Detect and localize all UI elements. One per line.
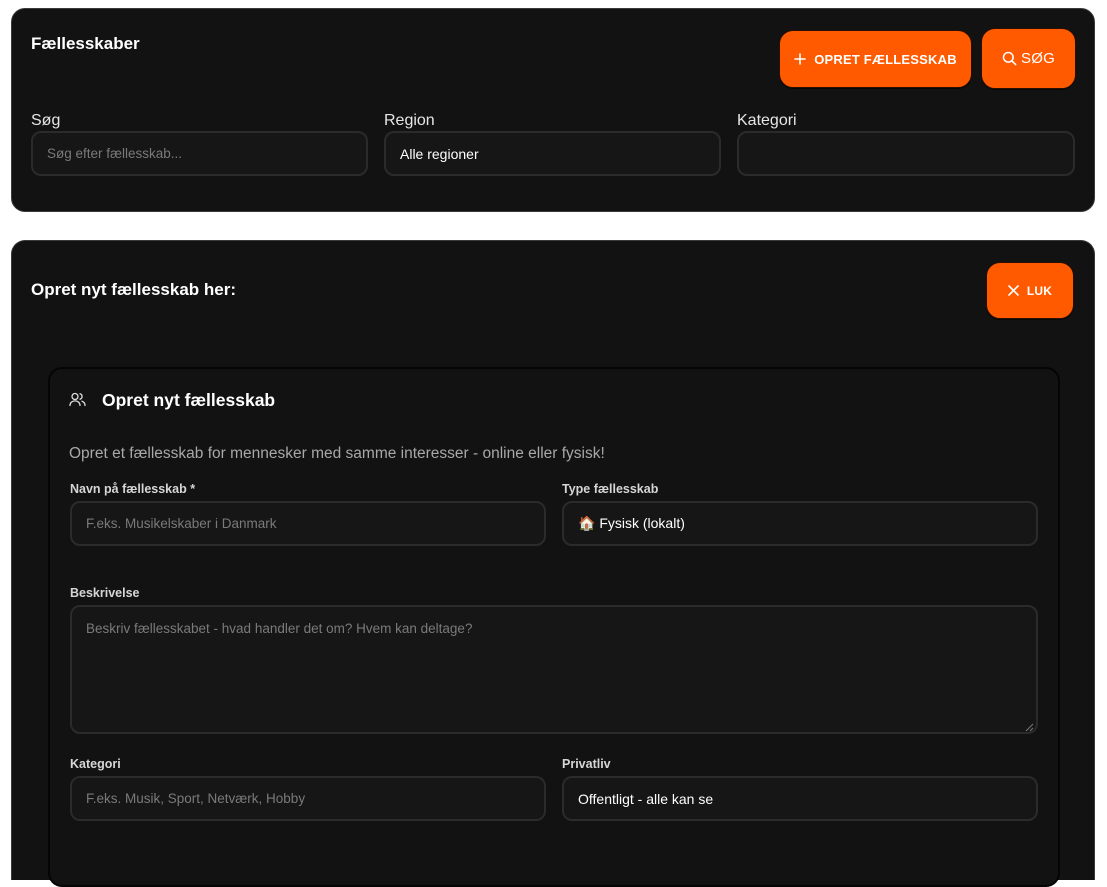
page-title: Fællesskaber: [31, 34, 140, 53]
close-button[interactable]: LUK: [986, 262, 1074, 319]
search-button-label: SØG: [1021, 50, 1055, 67]
name-input[interactable]: F.eks. Musikelskaber i Danmark: [70, 501, 546, 546]
category-filter-select[interactable]: [737, 131, 1075, 176]
create-panel-title: Opret nyt fællesskab her:: [31, 280, 237, 299]
type-label: Type fællesskab: [562, 482, 659, 496]
create-community-button[interactable]: OPRET FÆLLESSKAB: [779, 30, 972, 88]
details-label: Beskrivelse: [70, 586, 140, 600]
search-input[interactable]: Søg efter fællesskab...: [31, 131, 368, 176]
close-icon: [1008, 285, 1019, 296]
form-heading: Opret nyt fællesskab: [102, 390, 276, 410]
search-label: Søg: [31, 112, 61, 129]
users-icon: [69, 392, 86, 412]
privacy-label: Privatliv: [562, 757, 611, 771]
details-placeholder: Beskriv fællesskabet - hvad handler det …: [86, 621, 473, 636]
form-description: Opret et fællesskab for mennesker med sa…: [69, 445, 605, 462]
category-label: Kategori: [70, 757, 121, 771]
details-textarea[interactable]: Beskriv fællesskabet - hvad handler det …: [70, 605, 1038, 734]
create-community-form: Opret nyt fællesskab Opret et fællesskab…: [48, 367, 1060, 887]
category-filter-label: Kategori: [737, 112, 797, 129]
name-label: Navn på fællesskab *: [70, 482, 196, 496]
region-label: Region: [384, 112, 435, 129]
search-panel: Fællesskaber OPRET FÆLLESSKAB SØG Søg Sø…: [11, 8, 1095, 212]
category-input[interactable]: F.eks. Musik, Sport, Netværk, Hobby: [70, 776, 546, 821]
create-community-panel: Opret nyt fællesskab her: LUK Opret nyt …: [11, 240, 1095, 887]
type-select[interactable]: 🏠 Fysisk (lokalt): [562, 501, 1038, 546]
resize-handle-icon[interactable]: [1024, 720, 1034, 732]
create-community-label: OPRET FÆLLESSKAB: [814, 51, 957, 67]
search-icon: [1002, 51, 1017, 66]
search-button[interactable]: SØG: [981, 28, 1076, 89]
privacy-select[interactable]: Offentligt - alle kan se: [562, 776, 1038, 821]
region-select[interactable]: Alle regioner: [384, 131, 721, 176]
plus-icon: [794, 53, 806, 65]
close-button-label: LUK: [1026, 283, 1053, 298]
